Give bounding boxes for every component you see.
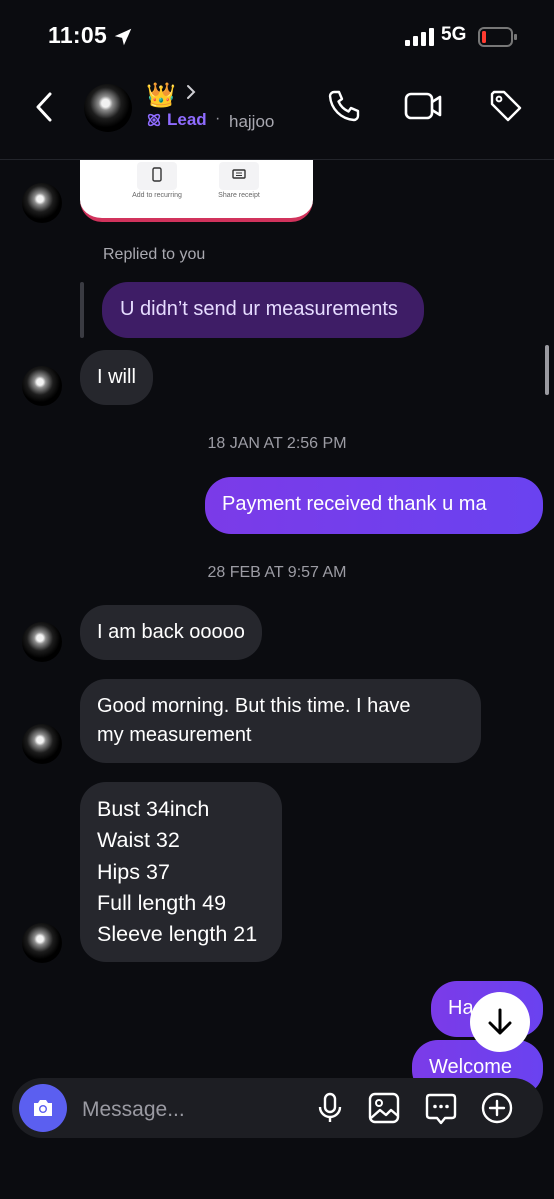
message-bubble-incoming[interactable]: Good morning. But this time. I have my m… [80, 679, 481, 763]
message-line: Full length 49 [97, 890, 227, 915]
crown-emoji: 👑 [146, 82, 176, 109]
payment-receipt-card[interactable]: Add to recurring Share receipt [80, 160, 313, 222]
add-to-recurring-label: Add to recurring [132, 192, 182, 199]
message-line: my measurement [97, 724, 252, 746]
signal-icon [405, 28, 434, 46]
lead-atom-icon [147, 113, 161, 127]
message-line: Waist 32 [97, 828, 180, 853]
message-input[interactable] [80, 1094, 294, 1126]
phone-call-icon[interactable] [326, 88, 362, 124]
message-line: Bust 34inch [97, 797, 210, 821]
scroll-to-bottom-button[interactable] [470, 992, 530, 1052]
message-bubble-outgoing[interactable]: Payment received thank u ma [205, 477, 543, 534]
add-to-recurring-button[interactable] [137, 162, 177, 190]
message-bubble-incoming[interactable]: I am back ooooo [80, 605, 262, 660]
separator-dot: · [215, 110, 221, 127]
date-separator: 18 JAN AT 2:56 PM [207, 435, 347, 452]
back-icon[interactable] [30, 90, 60, 124]
contact-avatar[interactable] [84, 84, 132, 132]
sender-avatar[interactable] [22, 622, 62, 662]
sticker-message-icon[interactable] [424, 1092, 458, 1126]
message-bubble-incoming[interactable]: I will [80, 350, 153, 405]
message-line: Sleeve length 21 [97, 922, 258, 947]
camera-button[interactable] [19, 1084, 67, 1132]
sender-avatar[interactable] [22, 724, 62, 764]
sender-avatar[interactable] [22, 366, 62, 406]
network-label: 5G [441, 24, 467, 45]
contact-username[interactable]: hajjoo [229, 112, 274, 132]
video-call-icon[interactable] [404, 90, 442, 122]
scrollbar-thumb[interactable] [545, 345, 549, 395]
sender-avatar[interactable] [22, 923, 62, 963]
gallery-icon[interactable] [368, 1092, 400, 1124]
microphone-icon[interactable] [316, 1092, 344, 1124]
receipt-icon [232, 169, 246, 179]
lead-label[interactable]: Lead [167, 110, 207, 130]
reply-quote-bubble[interactable]: U didn’t send ur measurements [102, 282, 424, 338]
share-receipt-button[interactable] [219, 162, 259, 190]
message-line: Good morning. But this time. I have [97, 695, 411, 717]
message-line: Hips 37 [97, 859, 170, 884]
location-arrow-icon [114, 28, 132, 46]
chevron-right-icon[interactable] [184, 82, 198, 102]
replied-to-label: Replied to you [103, 246, 206, 263]
battery-icon [478, 27, 517, 47]
reply-indicator-bar [80, 282, 84, 338]
phone-icon [152, 167, 162, 182]
date-separator: 28 FEB AT 9:57 AM [207, 564, 347, 581]
tag-icon[interactable] [488, 88, 524, 124]
sender-avatar[interactable] [22, 183, 62, 223]
add-circle-icon[interactable] [481, 1092, 513, 1124]
camera-icon [34, 1100, 52, 1116]
arrow-down-icon [488, 1008, 512, 1035]
message-bubble-incoming[interactable]: Bust 34inch Waist 32 Hips 37 Full length… [80, 782, 282, 963]
status-time: 11:05 [48, 22, 108, 48]
share-receipt-label: Share receipt [218, 192, 260, 199]
